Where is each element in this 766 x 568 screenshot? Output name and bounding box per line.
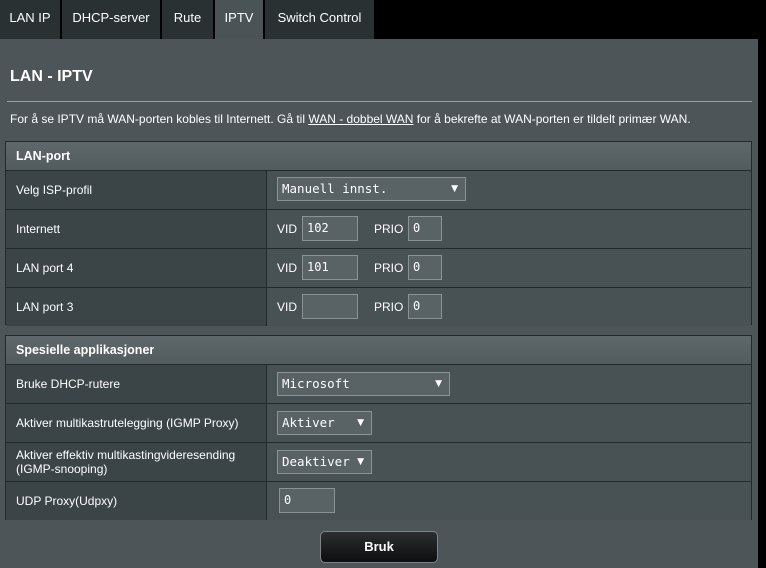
apply-button[interactable]: Bruk xyxy=(320,531,438,563)
dhcp-router-select[interactable]: Microsoft ▼ xyxy=(277,372,450,396)
udp-proxy-row: UDP Proxy(Udpxy) 0 xyxy=(6,482,751,520)
tab-bar: LAN IP DHCP-server Rute IPTV Switch Cont… xyxy=(0,0,766,39)
prio-label: PRIO xyxy=(374,261,404,275)
intro-text-before: For å se IPTV må WAN-porten kobles til I… xyxy=(10,112,309,126)
vlan-row-label: LAN port 4 xyxy=(6,249,267,287)
igmp-proxy-label: Aktiver multikastrutelegging (IGMP Proxy… xyxy=(6,404,267,442)
chevron-down-icon: ▼ xyxy=(451,184,458,194)
igmp-proxy-row: Aktiver multikastrutelegging (IGMP Proxy… xyxy=(6,404,751,443)
prio-label: PRIO xyxy=(374,222,404,236)
vid-input[interactable] xyxy=(302,294,358,319)
tab-rute[interactable]: Rute xyxy=(162,0,214,39)
igmp-snooping-label-line-2: (IGMP-snooping) xyxy=(16,462,108,476)
vlan-row-label: LAN port 3 xyxy=(6,288,267,326)
special-applications-header: Spesielle applikasjoner xyxy=(6,336,751,365)
main-panel: LAN - IPTV For å se IPTV må WAN-porten k… xyxy=(0,39,758,568)
page-title: LAN - IPTV xyxy=(10,68,93,85)
udp-proxy-input[interactable]: 0 xyxy=(279,488,335,513)
isp-profile-row: Velg ISP-profil Manuell innst. ▼ xyxy=(6,171,751,210)
igmp-snooping-select[interactable]: Deaktiver ▼ xyxy=(277,450,372,474)
udp-proxy-label: UDP Proxy(Udpxy) xyxy=(6,482,267,520)
vlan-row-lan-port-4: LAN port 4 VID 101 PRIO 0 xyxy=(6,249,751,288)
igmp-snooping-row: Aktiver effektiv multikastingvideresendi… xyxy=(6,443,751,482)
vlan-row-lan-port-3: LAN port 3 VID PRIO 0 xyxy=(6,288,751,326)
special-applications-table: Spesielle applikasjoner Bruke DHCP-ruter… xyxy=(5,335,752,520)
vlan-row-internet: Internett VID 102 PRIO 0 xyxy=(6,210,751,249)
vid-label: VID xyxy=(277,222,298,236)
chevron-down-icon: ▼ xyxy=(357,457,364,467)
intro-text: For å se IPTV må WAN-porten kobles til I… xyxy=(10,112,691,126)
vid-label: VID xyxy=(277,261,298,275)
igmp-snooping-label: Aktiver effektiv multikastingvideresendi… xyxy=(6,443,267,481)
igmp-snooping-label-line-1: Aktiver effektiv multikastingvideresendi… xyxy=(16,448,236,462)
dhcp-router-row: Bruke DHCP-rutere Microsoft ▼ xyxy=(6,365,751,404)
igmp-proxy-select[interactable]: Aktiver ▼ xyxy=(277,411,372,435)
vid-input[interactable]: 102 xyxy=(302,216,358,241)
lan-port-header: LAN-port xyxy=(6,142,751,171)
isp-profile-select[interactable]: Manuell innst. ▼ xyxy=(277,177,466,201)
prio-input[interactable]: 0 xyxy=(408,216,442,241)
lan-port-table: LAN-port Velg ISP-profil Manuell innst. … xyxy=(5,141,752,326)
vid-label: VID xyxy=(277,300,298,314)
tab-dhcp-server[interactable]: DHCP-server xyxy=(62,0,161,39)
isp-profile-value: Manuell innst. xyxy=(282,181,388,196)
prio-input[interactable]: 0 xyxy=(408,255,442,280)
chevron-down-icon: ▼ xyxy=(357,418,364,428)
tab-iptv[interactable]: IPTV xyxy=(215,0,264,39)
igmp-proxy-value: Aktiver xyxy=(282,415,335,430)
tab-switch-control[interactable]: Switch Control xyxy=(265,0,375,39)
tab-lan-ip[interactable]: LAN IP xyxy=(0,0,61,39)
vid-input[interactable]: 101 xyxy=(302,255,358,280)
intro-text-after: for å bekrefte at WAN-porten er tildelt … xyxy=(413,112,691,126)
prio-input[interactable]: 0 xyxy=(408,294,442,319)
dhcp-router-label: Bruke DHCP-rutere xyxy=(6,365,267,403)
wan-dual-wan-link[interactable]: WAN - dobbel WAN xyxy=(308,112,413,126)
dhcp-router-value: Microsoft xyxy=(282,376,350,391)
chevron-down-icon: ▼ xyxy=(435,379,442,389)
isp-profile-label: Velg ISP-profil xyxy=(6,171,267,209)
prio-label: PRIO xyxy=(374,300,404,314)
vlan-row-label: Internett xyxy=(6,210,267,248)
igmp-snooping-value: Deaktiver xyxy=(282,454,350,469)
title-divider xyxy=(7,101,752,102)
